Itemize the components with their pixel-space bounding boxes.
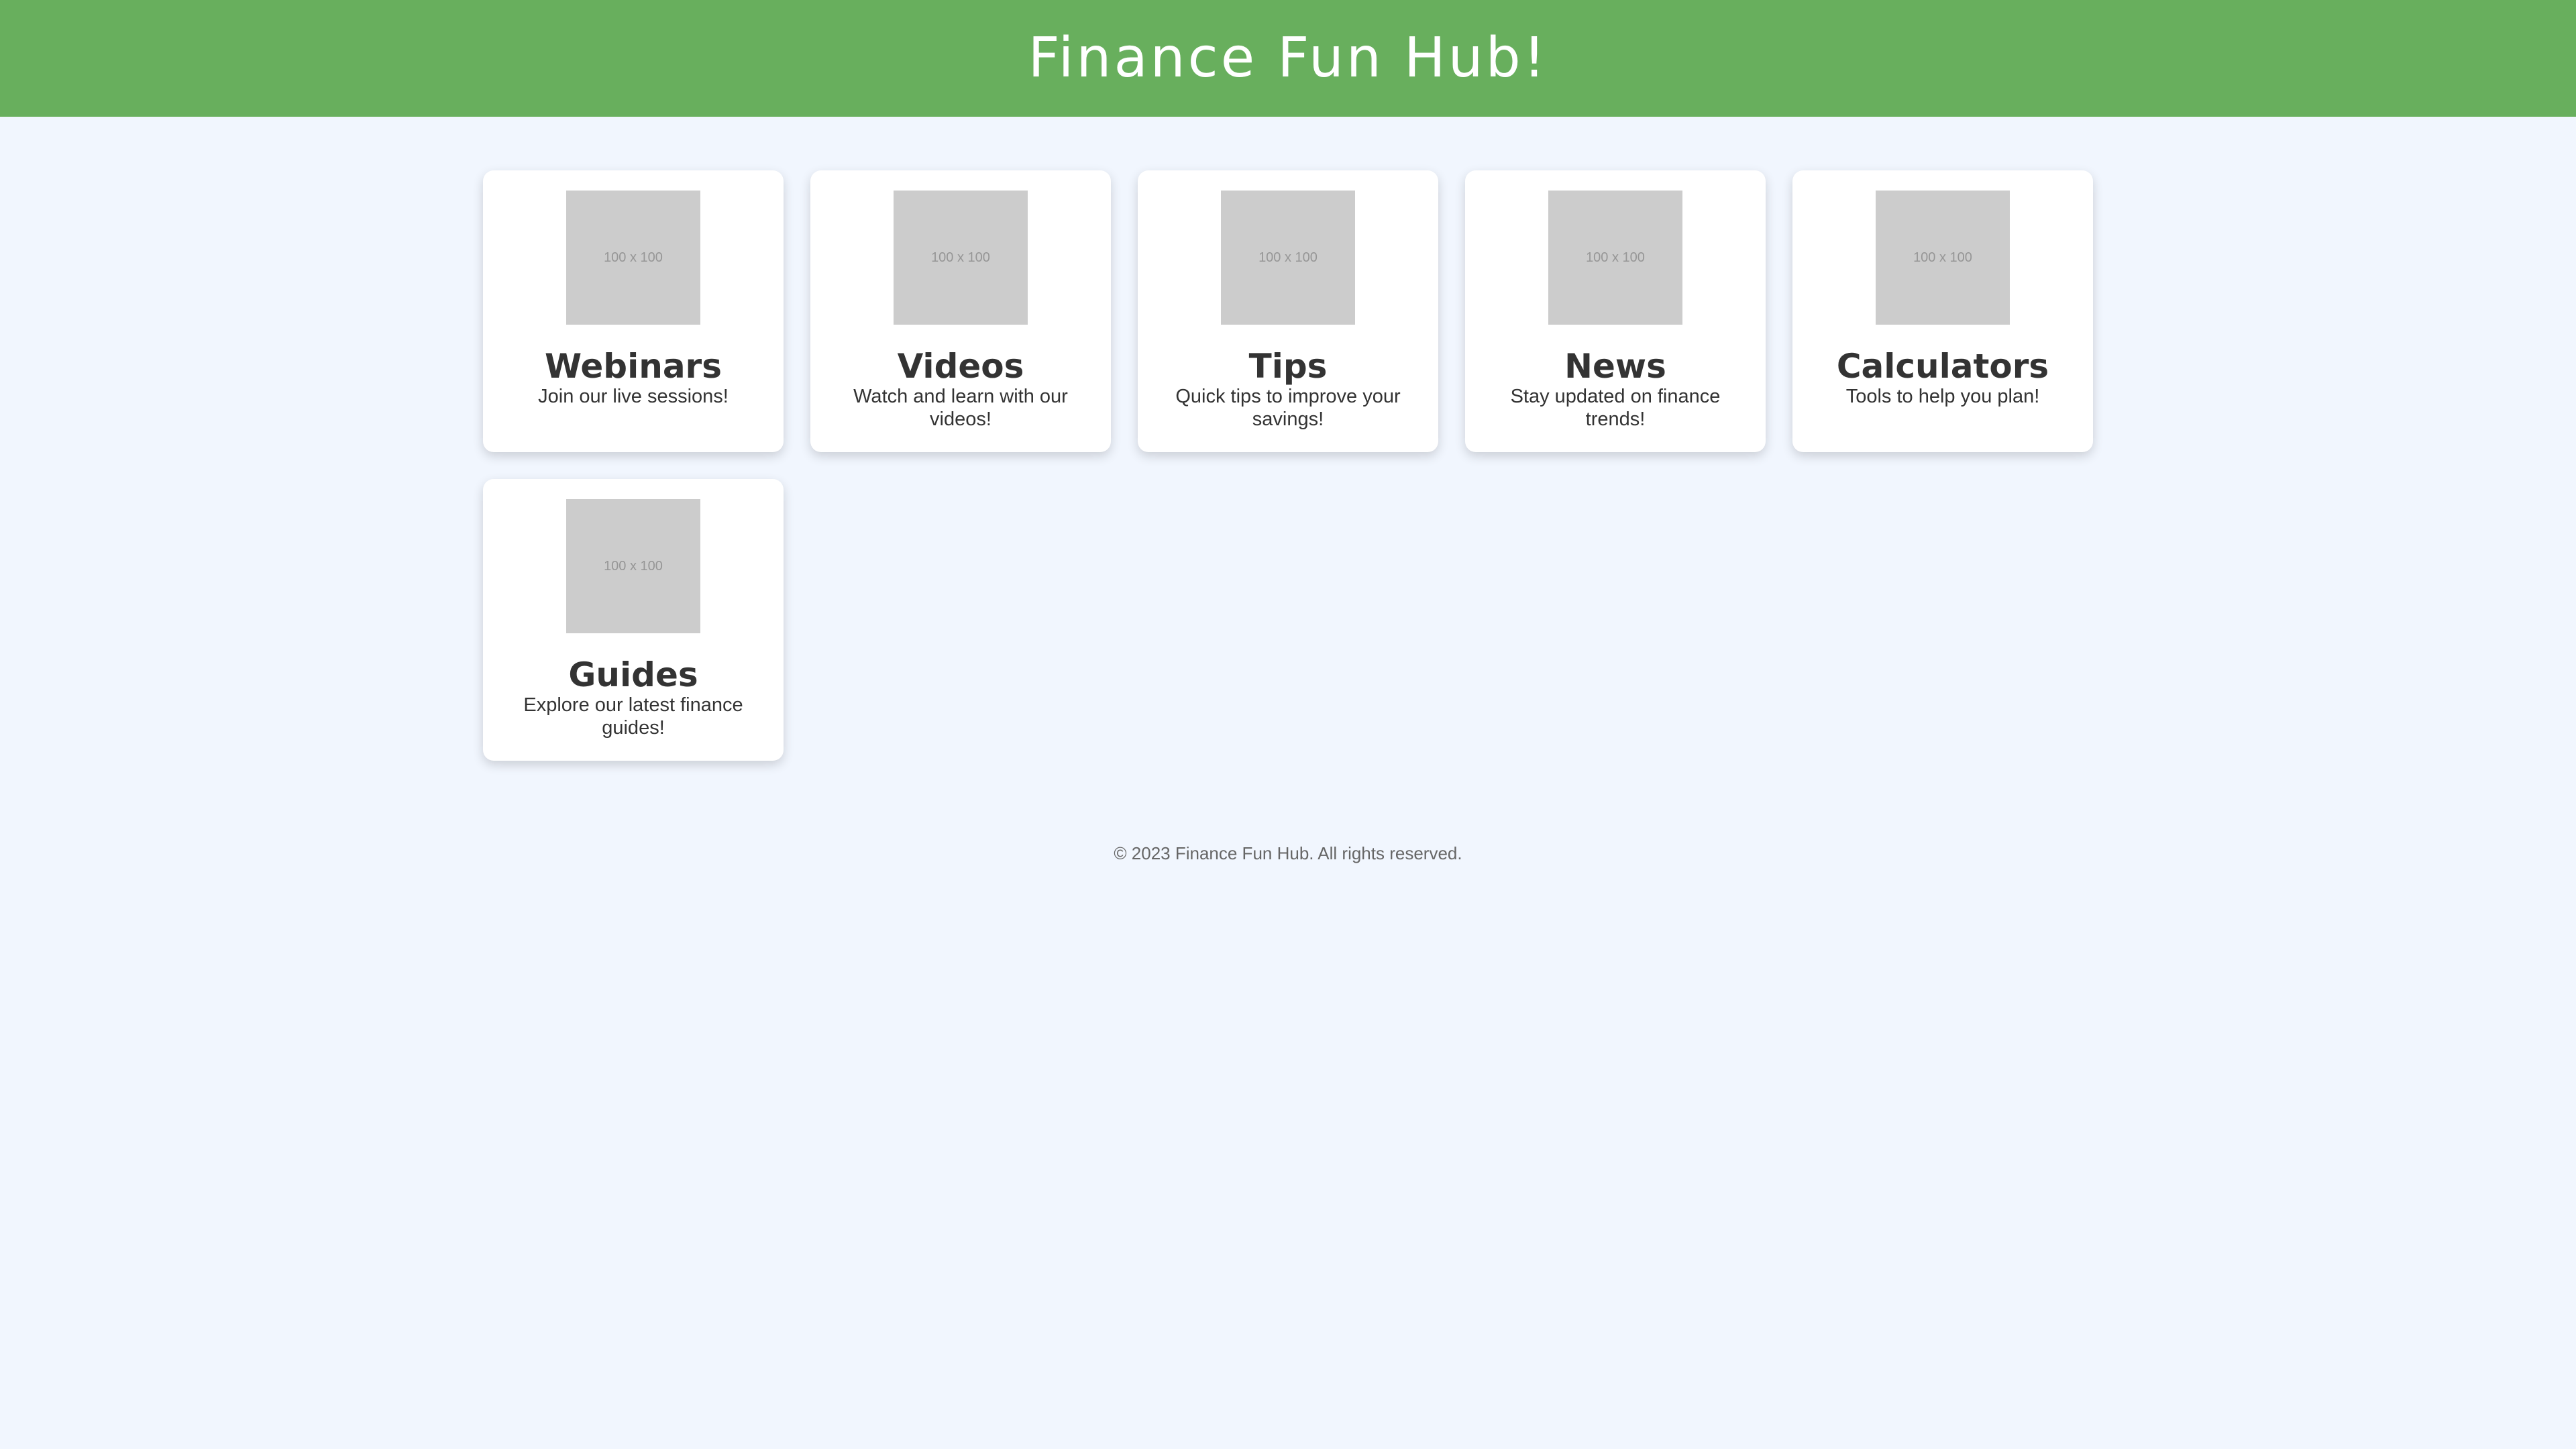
card-description: Quick tips to improve your savings! bbox=[1175, 386, 1401, 430]
card-title: Calculators bbox=[1836, 347, 2049, 386]
card-description: Tools to help you plan! bbox=[1845, 386, 2040, 407]
feature-grid: 100 x 100 Webinars Join our live session… bbox=[483, 170, 2093, 761]
card-title: Videos bbox=[897, 347, 1024, 386]
card-news[interactable]: 100 x 100 News Stay updated on finance t… bbox=[1465, 170, 1766, 452]
card-image-placeholder: 100 x 100 bbox=[566, 191, 700, 325]
site-header: Finance Fun Hub! bbox=[0, 0, 2576, 117]
card-image-placeholder: 100 x 100 bbox=[566, 499, 700, 633]
card-image-placeholder: 100 x 100 bbox=[1876, 191, 2010, 325]
card-description: Explore our latest finance guides! bbox=[523, 694, 743, 739]
card-calculators[interactable]: 100 x 100 Calculators Tools to help you … bbox=[1792, 170, 2093, 452]
card-webinars[interactable]: 100 x 100 Webinars Join our live session… bbox=[483, 170, 784, 452]
site-title: Finance Fun Hub! bbox=[1028, 26, 1548, 90]
card-title: Guides bbox=[568, 655, 698, 694]
card-title: Webinars bbox=[545, 347, 722, 386]
footer-copyright: © 2023 Finance Fun Hub. All rights reser… bbox=[1114, 843, 1462, 863]
card-image-placeholder: 100 x 100 bbox=[1548, 191, 1682, 325]
card-title: News bbox=[1564, 347, 1666, 386]
card-videos[interactable]: 100 x 100 Videos Watch and learn with ou… bbox=[810, 170, 1111, 452]
card-guides[interactable]: 100 x 100 Guides Explore our latest fina… bbox=[483, 479, 784, 761]
card-description: Join our live sessions! bbox=[538, 386, 729, 407]
card-image-placeholder: 100 x 100 bbox=[894, 191, 1028, 325]
card-description: Watch and learn with our videos! bbox=[853, 386, 1068, 430]
card-image-placeholder: 100 x 100 bbox=[1221, 191, 1355, 325]
card-title: Tips bbox=[1248, 347, 1328, 386]
card-description: Stay updated on finance trends! bbox=[1510, 386, 1721, 430]
card-tips[interactable]: 100 x 100 Tips Quick tips to improve you… bbox=[1138, 170, 1438, 452]
